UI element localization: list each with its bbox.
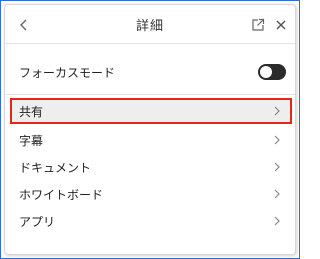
menu-item-captions[interactable]: 字幕: [5, 127, 295, 153]
chevron-right-icon: [274, 216, 280, 226]
focus-mode-toggle[interactable]: [258, 64, 286, 80]
menu-item-label: ホワイトボード: [19, 188, 104, 202]
chevron-right-icon: [274, 106, 280, 116]
menu-item-label: ドキュメント: [19, 161, 92, 175]
toggle-knob: [260, 66, 272, 78]
menu-item-whiteboard[interactable]: ホワイトボード: [5, 181, 295, 207]
menu-item-apps[interactable]: アプリ: [5, 208, 295, 234]
open-in-new-window-icon: [252, 18, 265, 31]
menu-item-label: アプリ: [19, 215, 56, 229]
chevron-right-icon: [274, 162, 280, 172]
chevron-right-icon: [274, 135, 280, 145]
popout-button[interactable]: [251, 17, 265, 31]
focus-mode-label: フォーカスモード: [19, 66, 116, 80]
panel-header: 詳細: [5, 5, 295, 44]
menu-item-label: 字幕: [19, 134, 44, 148]
screenshot-frame: 詳細 フォーカスモード 共有 字幕 ドキュメント ホワイトボード アプリ: [0, 0, 300, 259]
menu-item-share[interactable]: 共有: [10, 98, 292, 124]
close-button[interactable]: [274, 17, 288, 31]
close-icon: [276, 20, 286, 30]
focus-mode-row: フォーカスモード: [5, 44, 295, 95]
chevron-right-icon: [274, 189, 280, 199]
menu-item-documents[interactable]: ドキュメント: [5, 154, 295, 180]
menu-item-label: 共有: [19, 105, 44, 119]
details-panel: 詳細 フォーカスモード 共有 字幕 ドキュメント ホワイトボード アプリ: [4, 4, 296, 255]
